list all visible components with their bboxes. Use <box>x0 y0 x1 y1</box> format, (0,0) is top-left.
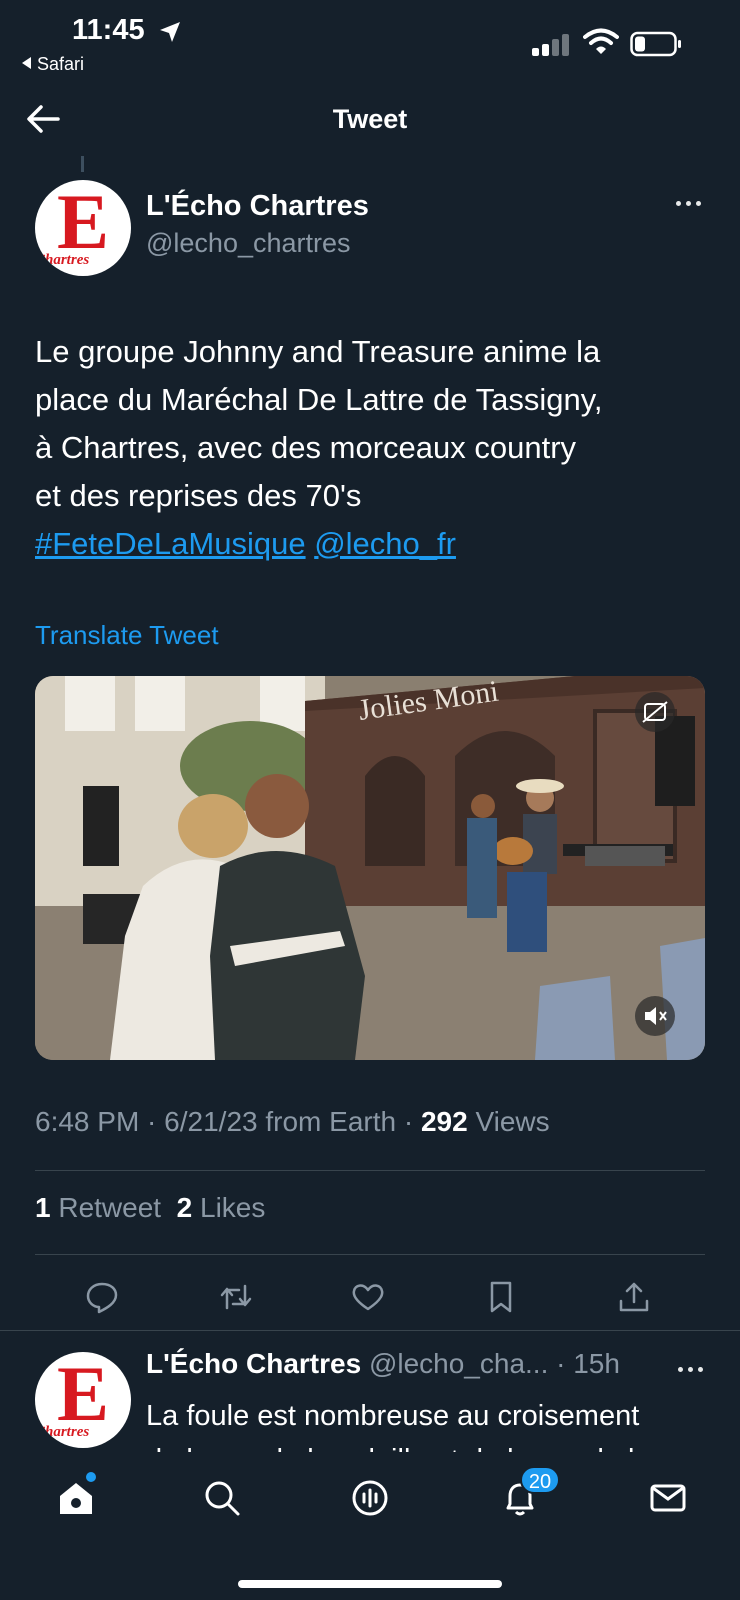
views-count: 292 <box>420 1106 468 1137</box>
tweet-time: 6:48 PM <box>35 1106 140 1137</box>
tweet-text-line: Le groupe Johnny and Treasure anime la <box>35 334 601 369</box>
reply-text-line: La foule est nombreuse au croisement <box>146 1400 640 1432</box>
search-icon[interactable] <box>200 1476 244 1520</box>
reply-more-options-icon[interactable] <box>678 1362 706 1376</box>
tweet-video[interactable]: Jolies Moni <box>35 676 705 1060</box>
divider <box>0 1330 740 1331</box>
divider <box>35 1254 705 1255</box>
status-bar: 11:45 Safari <box>0 0 740 88</box>
likes-stat[interactable]: 2 Likes <box>177 1192 266 1223</box>
battery-icon <box>630 31 681 57</box>
thread-connector <box>81 156 84 172</box>
tweet-text-line: place du Maréchal De Lattre de Tassigny, <box>35 382 603 417</box>
engagement-stats: 1 Retweet 2 Likes <box>35 1192 265 1224</box>
author-handle[interactable]: @lecho_chartres <box>146 228 351 259</box>
more-options-icon[interactable] <box>676 196 704 210</box>
location-arrow-icon <box>160 22 180 42</box>
tweet-text-line: et des reprises des 70's <box>35 478 362 513</box>
retweets-count: 1 <box>35 1192 51 1223</box>
hashtag-link[interactable]: #FeteDeLaMusique <box>35 526 306 561</box>
home-indicator[interactable] <box>238 1580 502 1588</box>
reply-handle-time: @lecho_cha... · 15h <box>368 1348 620 1379</box>
likes-count: 2 <box>176 1192 193 1223</box>
author-name[interactable]: L'Écho Chartres <box>146 190 369 223</box>
translate-tweet-link[interactable]: Translate Tweet <box>35 620 219 651</box>
tweet-source: from Earth <box>265 1106 397 1137</box>
divider <box>35 1170 705 1171</box>
views-label: Views <box>475 1106 550 1137</box>
tweet-meta: 6:48 PM · 6/21/23 from Earth · 292 Views <box>35 1106 550 1137</box>
reply-avatar[interactable]: E Chartres <box>35 1352 131 1448</box>
back-to-app-link[interactable]: Safari <box>22 54 84 75</box>
home-icon[interactable] <box>54 1476 98 1520</box>
video-frame-image: Jolies Moni <box>35 676 705 1060</box>
reply-header[interactable]: L'Écho Chartres @lecho_cha... · 15h <box>146 1348 620 1380</box>
avatar-logo-letter: E <box>56 180 110 265</box>
captions-icon[interactable] <box>635 692 675 732</box>
home-unread-dot <box>86 1472 96 1482</box>
wifi-icon <box>583 28 619 54</box>
avatar-logo-letter: E <box>56 1352 110 1437</box>
messages-mail-icon[interactable] <box>646 1476 690 1520</box>
bottom-tab-bar: 20 <box>0 1452 740 1600</box>
tweet-date: 6/21/23 <box>164 1106 258 1137</box>
back-app-label: Safari <box>37 54 85 74</box>
likes-label: Likes <box>200 1192 266 1223</box>
tweet-text-line: à Chartres, avec des morceaux country <box>35 430 577 465</box>
cellular-signal-icon <box>532 32 572 56</box>
reply-icon[interactable] <box>85 1280 119 1314</box>
status-time: 11:45 <box>72 14 145 46</box>
reply-text[interactable]: La foule est nombreuse au croisement de … <box>146 1394 726 1454</box>
tweet-actions <box>0 1270 740 1320</box>
retweet-icon[interactable] <box>219 1280 253 1314</box>
mute-icon[interactable] <box>635 996 675 1036</box>
avatar-logo-word: Chartres <box>35 252 90 268</box>
reply-author-name: L'Écho Chartres <box>146 1348 362 1379</box>
page-title: Tweet <box>332 104 408 134</box>
retweets-stat[interactable]: 1 Retweet <box>35 1192 161 1223</box>
nav-header: Tweet <box>0 90 740 150</box>
bookmark-icon[interactable] <box>484 1280 518 1314</box>
like-heart-icon[interactable] <box>351 1280 385 1314</box>
retweets-label: Retweet <box>58 1192 162 1223</box>
mention-link[interactable]: @lecho_fr <box>314 526 456 561</box>
spaces-icon[interactable] <box>348 1476 392 1520</box>
back-triangle-icon <box>22 57 31 69</box>
avatar-logo-word: Chartres <box>35 1424 90 1440</box>
avatar[interactable]: E Chartres <box>35 180 131 276</box>
notifications-badge: 20 <box>520 1466 560 1494</box>
share-icon[interactable] <box>617 1280 651 1314</box>
tweet-text: Le groupe Johnny and Treasure anime la p… <box>35 328 715 568</box>
